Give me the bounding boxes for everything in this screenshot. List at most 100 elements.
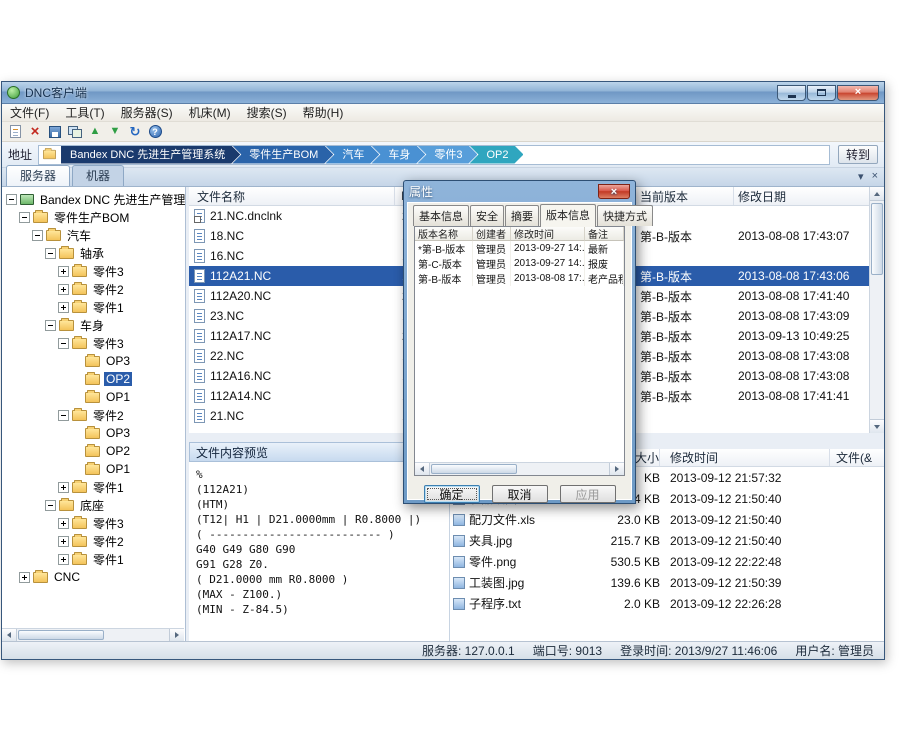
dialog-horizontal-scrollbar[interactable] [415,462,624,475]
tree-collapse-icon[interactable] [32,230,43,241]
go-button[interactable]: 转到 [838,145,878,164]
tab-basic-info[interactable]: 基本信息 [413,205,469,226]
scrollbar-thumb[interactable] [871,203,883,275]
scrollbar-thumb[interactable] [431,464,517,474]
breadcrumb-item-auto[interactable]: 汽车 [325,146,379,164]
scroll-right-button[interactable] [609,463,624,475]
column-header-name[interactable]: 文件名称 [189,187,395,205]
column-header-current-version[interactable]: 当前版本 [636,187,734,205]
close-button[interactable]: × [837,85,879,101]
new-file-button[interactable] [5,123,25,141]
tree-item[interactable]: 零件3 [2,262,185,280]
tree-item[interactable]: 汽车 [2,226,185,244]
tree-expand-icon[interactable] [58,518,69,529]
attachment-row[interactable]: 配刀文件.xls23.0 KB2013-09-12 21:50:40 [450,509,884,530]
tree-collapse-icon[interactable] [45,320,56,331]
upload-button[interactable]: ▲ [85,123,105,141]
tab-shortcut[interactable]: 快捷方式 [597,205,653,226]
apply-button[interactable]: 应用 [560,485,616,503]
column-header-modified-time[interactable]: 修改时间 [511,227,585,241]
breadcrumb-item-part3[interactable]: 零件3 [417,146,477,164]
tree-collapse-icon[interactable] [6,194,17,205]
tab-security[interactable]: 安全 [470,205,504,226]
tab-summary[interactable]: 摘要 [505,205,539,226]
breadcrumb-item-root[interactable]: Bandex DNC 先进生产管理系统 [61,146,240,164]
ok-button[interactable]: 确定 [424,485,480,503]
tab-version-info[interactable]: 版本信息 [540,204,596,227]
tree-collapse-icon[interactable] [19,212,30,223]
breadcrumb-item-body[interactable]: 车身 [371,146,425,164]
tree-item[interactable]: CNC [2,568,185,586]
download-button[interactable]: ▼ [105,123,125,141]
column-header-file[interactable]: 文件(& [830,449,884,466]
version-table-row[interactable]: 第-B-版本 管理员 2013-08-08 17:... 老产品程序 [415,271,624,286]
tree-horizontal-scrollbar[interactable] [2,628,184,641]
titlebar[interactable]: DNC客户端 × [2,82,884,104]
attachment-row[interactable]: 子程序.txt2.0 KB2013-09-12 22:26:28 [450,593,884,614]
version-table-row[interactable]: 第-C-版本 管理员 2013-09-27 14:... 报废 [415,256,624,271]
attachment-row[interactable]: 夹具.jpg215.7 KB2013-09-12 21:50:40 [450,530,884,551]
tree-expand-icon[interactable] [58,284,69,295]
cancel-button[interactable]: 取消 [492,485,548,503]
tree-item[interactable]: OP2 [2,442,185,460]
attachment-row[interactable]: 零件.png530.5 KB2013-09-12 22:22:48 [450,551,884,572]
tree-item[interactable]: OP1 [2,388,185,406]
menu-search[interactable]: 搜索(S) [239,103,295,122]
menu-tools[interactable]: 工具(T) [57,103,112,122]
tab-list-dropdown-icon[interactable]: ▾ [858,170,864,183]
tab-servers[interactable]: 服务器 [6,165,70,186]
vertical-scrollbar[interactable] [869,187,884,433]
tree-expand-icon[interactable] [58,482,69,493]
tree-item[interactable]: 零件2 [2,280,185,298]
tree-item[interactable]: 零件1 [2,478,185,496]
tree-expand-icon[interactable] [58,554,69,565]
tree-expand-icon[interactable] [58,536,69,547]
version-table-row[interactable]: *第-B-版本 管理员 2013-09-27 14:... 最新 [415,241,624,256]
tree-item[interactable]: 车身 [2,316,185,334]
menu-machine[interactable]: 机床(M) [181,103,239,122]
column-header-modified-time[interactable]: 修改时间 [660,449,830,466]
delete-button[interactable]: × [25,123,45,141]
tree-item[interactable]: OP1 [2,460,185,478]
tree-expand-icon[interactable] [19,572,30,583]
tree-collapse-icon[interactable] [45,500,56,511]
maximize-button[interactable] [807,85,836,101]
tree-item[interactable]: OP3 [2,424,185,442]
address-field[interactable]: Bandex DNC 先进生产管理系统 零件生产BOM 汽车 车身 零件3 OP… [38,145,830,165]
scrollbar-thumb[interactable] [18,630,104,640]
menu-server[interactable]: 服务器(S) [113,103,181,122]
help-button[interactable]: ? [145,123,165,141]
column-header-modified-date[interactable]: 修改日期 [734,187,869,205]
tree-item[interactable]: 底座 [2,496,185,514]
tree-collapse-icon[interactable] [58,338,69,349]
tree-expand-icon[interactable] [58,302,69,313]
tree-expand-icon[interactable] [58,266,69,277]
tree-item[interactable]: 零件3 [2,334,185,352]
scroll-left-button[interactable] [415,463,430,475]
minimize-button[interactable] [777,85,806,101]
scroll-left-button[interactable] [2,629,17,641]
tree-collapse-icon[interactable] [45,248,56,259]
tree-item[interactable]: 零件2 [2,532,185,550]
menu-help[interactable]: 帮助(H) [295,103,352,122]
tree-item[interactable]: 零件生产BOM [2,208,185,226]
scroll-right-button[interactable] [169,629,184,641]
tree-item-selected[interactable]: OP2 [2,370,185,388]
save-button[interactable] [45,123,65,141]
tree-item[interactable]: 零件1 [2,550,185,568]
attachment-row[interactable]: 工装图.jpg139.6 KB2013-09-12 21:50:39 [450,572,884,593]
refresh-button[interactable]: ↻ [125,123,145,141]
transfer-button[interactable] [65,123,85,141]
tab-close-icon[interactable]: × [872,170,878,183]
tree-item[interactable]: 零件1 [2,298,185,316]
breadcrumb-item-op2[interactable]: OP2 [469,146,523,164]
tree-item-root[interactable]: Bandex DNC 先进生产管理系统 [2,190,185,208]
scroll-down-button[interactable] [870,419,884,433]
menu-file[interactable]: 文件(F) [2,103,57,122]
column-header-version-name[interactable]: 版本名称 [415,227,473,241]
tree-collapse-icon[interactable] [58,410,69,421]
breadcrumb-item-bom[interactable]: 零件生产BOM [232,146,333,164]
column-header-creator[interactable]: 创建者 [473,227,511,241]
tab-machines[interactable]: 机器 [72,165,124,186]
tree-item[interactable]: 轴承 [2,244,185,262]
